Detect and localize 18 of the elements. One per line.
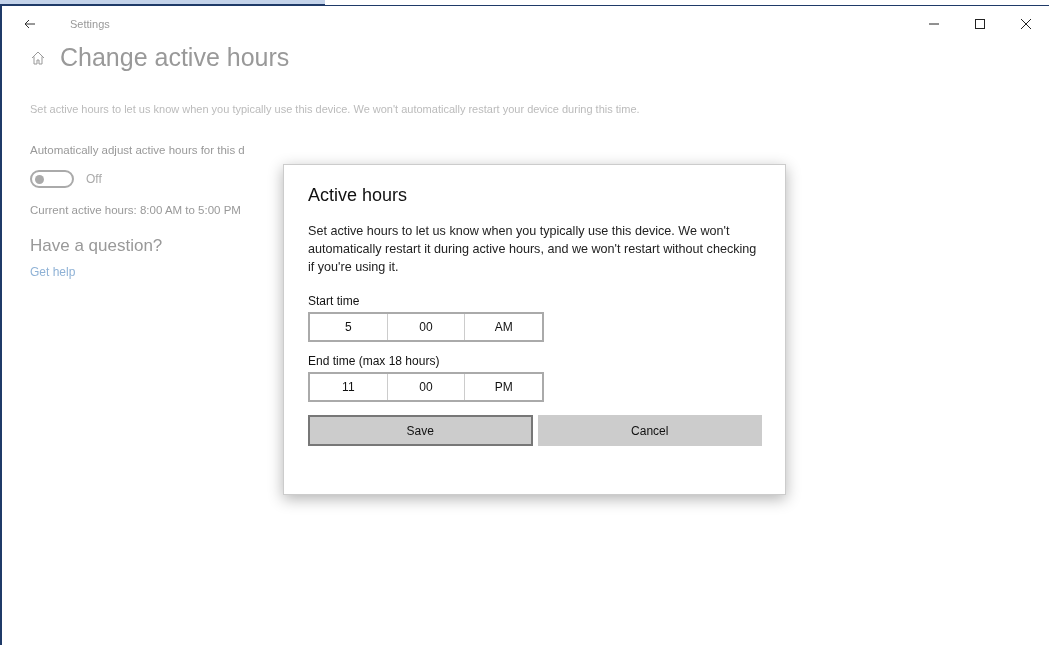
window-title: Settings — [70, 18, 110, 30]
page-description: Set active hours to let us know when you typically use this device. We won't automatically restart your device during this time. — [30, 103, 640, 115]
time-picker-label: End time (max 18 hours) — [308, 354, 441, 368]
home-icon[interactable] — [30, 49, 46, 66]
save-button[interactable]: Save — [308, 415, 533, 446]
page-title: Change active hours — [60, 43, 290, 72]
maximize-icon[interactable] — [975, 19, 985, 29]
toggle-state-label: Off — [86, 172, 102, 186]
auto-adjust-label: Automatically adjust active hours for this d — [30, 144, 245, 156]
time-picker-label: Start time — [308, 294, 361, 308]
dialog-title: Active hours — [308, 185, 409, 206]
dialog-description: Set active hours to let us know when you typically use this device. We won't automatically restart it during active hours, and we won't restart without checking if you're using it. — [308, 223, 758, 276]
close-icon[interactable] — [1021, 19, 1031, 29]
current-hours-text: Current active hours: 8:00 AM to 5:00 PM — [30, 204, 241, 216]
cancel-button[interactable]: Cancel — [537, 415, 762, 446]
question-heading: Have a question? — [30, 236, 163, 256]
auto-adjust-toggle[interactable] — [30, 170, 74, 188]
back-arrow-icon[interactable] — [24, 19, 36, 29]
